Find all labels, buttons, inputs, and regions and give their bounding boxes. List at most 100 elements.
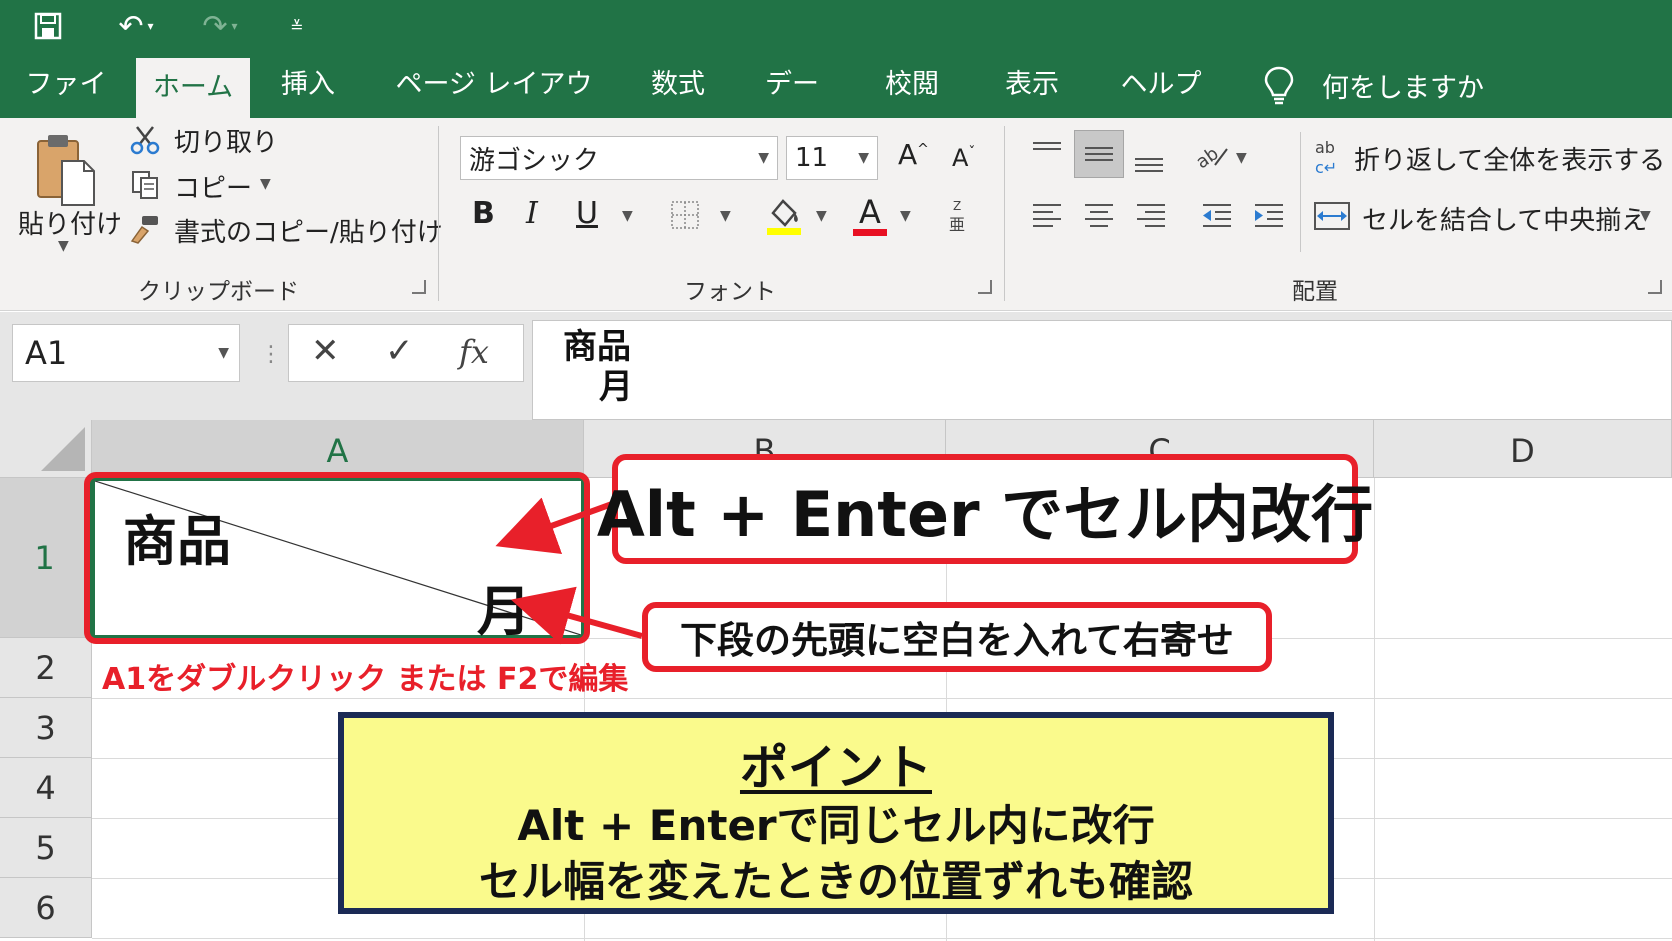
- select-all-button[interactable]: [0, 420, 92, 478]
- alignment-launcher-icon[interactable]: [1648, 280, 1662, 294]
- align-left-icon[interactable]: [1026, 196, 1068, 236]
- name-box[interactable]: A1 ▼: [12, 324, 240, 382]
- wrap-text-icon[interactable]: ab c↵: [1312, 136, 1348, 176]
- italic-button[interactable]: I: [526, 196, 538, 231]
- lightbulb-icon: [1264, 66, 1294, 105]
- tab-data[interactable]: データ: [756, 52, 828, 166]
- row-header-5[interactable]: 5: [0, 818, 92, 878]
- tab-file[interactable]: ファイル: [14, 52, 118, 166]
- underline-button[interactable]: U: [576, 196, 598, 231]
- tab-home[interactable]: ホーム: [136, 58, 250, 118]
- increase-indent-icon[interactable]: [1248, 196, 1290, 236]
- redo-button[interactable]: ↷ ▾: [190, 8, 250, 44]
- font-name-select[interactable]: 游ゴシック ▼: [460, 136, 778, 180]
- cut-button[interactable]: 切り取り: [174, 122, 278, 159]
- borders-icon[interactable]: [668, 198, 702, 232]
- svg-text:ab: ab: [1315, 138, 1335, 157]
- phonetic-guide-icon[interactable]: Z 亜: [946, 198, 974, 234]
- tab-help[interactable]: ヘルプ: [1118, 52, 1204, 118]
- svg-text:c↵: c↵: [1315, 158, 1337, 175]
- cancel-icon[interactable]: ✕: [311, 331, 340, 371]
- alignment-group-label: 配置: [1292, 279, 1338, 305]
- merge-center-button[interactable]: セルを結合して中央揃え: [1362, 200, 1647, 237]
- shrink-font-button[interactable]: Aˇ: [952, 144, 975, 172]
- point-line-1: Alt + Enterで同じセル内に改行: [517, 801, 1155, 850]
- column-header-d[interactable]: D: [1374, 420, 1672, 478]
- chevron-down-icon: ▼: [858, 150, 869, 166]
- chevron-down-icon[interactable]: ▼: [622, 208, 633, 224]
- gridline: [92, 698, 1672, 699]
- tab-review[interactable]: 校閲: [876, 52, 948, 118]
- chevron-down-icon[interactable]: ▾: [232, 19, 238, 33]
- paste-label[interactable]: 貼り付け: [18, 204, 122, 241]
- column-header-a[interactable]: A: [92, 420, 584, 478]
- formula-line-1: 商品: [563, 327, 631, 367]
- formula-input[interactable]: 商品 月: [532, 320, 1672, 420]
- font-launcher-icon[interactable]: [978, 280, 992, 294]
- chevron-down-icon: ▼: [758, 150, 769, 166]
- insert-function-icon[interactable]: fx: [459, 333, 489, 371]
- customize-quick-access-button[interactable]: ≚: [282, 8, 312, 44]
- chevron-down-icon[interactable]: ▼: [720, 208, 731, 224]
- chevron-down-icon[interactable]: ▼: [816, 208, 827, 224]
- row-header-1[interactable]: 1: [0, 478, 92, 638]
- bold-button[interactable]: B: [472, 196, 495, 231]
- paste-icon: [37, 135, 95, 206]
- tab-view[interactable]: 表示: [996, 52, 1068, 118]
- chevron-down-icon[interactable]: ▾: [148, 19, 154, 33]
- point-title: ポイント: [739, 740, 932, 796]
- tab-formulas[interactable]: 数式: [642, 52, 714, 118]
- tab-page-layout[interactable]: ページ レイアウト: [390, 52, 598, 166]
- font-color-swatch: [853, 228, 887, 236]
- point-box: ポイント Alt + Enterで同じセル内に改行 セル幅を変えたときの位置ずれ…: [338, 712, 1334, 914]
- formula-bar-grip[interactable]: ⋮: [260, 342, 282, 367]
- format-painter-button[interactable]: 書式のコピー/貼り付け: [174, 212, 443, 249]
- font-color-letter: A: [859, 192, 881, 231]
- ribbon-tabs: ファイル ホーム 挿入 ページ レイアウト 数式 データ 校閲 表示 ヘルプ 何…: [0, 52, 1672, 166]
- wrap-text-button[interactable]: 折り返して全体を表示する: [1354, 140, 1665, 177]
- point-line-2: セル幅を変えたときの位置ずれも確認: [478, 857, 1193, 906]
- scissors-icon[interactable]: [128, 122, 162, 156]
- chevron-down-icon[interactable]: ▼: [260, 176, 271, 192]
- align-top-icon[interactable]: [1026, 134, 1068, 170]
- fill-color-icon[interactable]: [764, 194, 804, 238]
- row-header-6[interactable]: 6: [0, 878, 92, 938]
- row-header-2[interactable]: 2: [0, 638, 92, 698]
- callout-sub: 下段の先頭に空白を入れて右寄せ: [642, 602, 1272, 672]
- align-right-icon[interactable]: [1130, 196, 1172, 236]
- enter-icon[interactable]: ✓: [385, 331, 414, 371]
- chevron-down-icon[interactable]: ▼: [1236, 150, 1247, 166]
- redo-icon: ↷: [202, 8, 228, 44]
- align-middle-icon[interactable]: [1074, 130, 1124, 178]
- formula-bar: A1 ▼ ⋮ ✕ ✓ fx 商品 月: [0, 312, 1672, 420]
- clipboard-launcher-icon[interactable]: [412, 280, 426, 294]
- format-painter-icon[interactable]: [128, 212, 162, 246]
- save-icon: [34, 12, 62, 40]
- svg-text:亜: 亜: [949, 215, 965, 234]
- font-size-select[interactable]: 11 ▼: [786, 136, 878, 180]
- save-button[interactable]: [28, 8, 68, 44]
- copy-button[interactable]: コピー: [174, 168, 252, 205]
- chevron-down-icon[interactable]: ▼: [900, 208, 911, 224]
- align-center-icon[interactable]: [1078, 196, 1120, 236]
- chevron-down-icon[interactable]: ▼: [1640, 208, 1651, 224]
- highlight-frame: [84, 472, 590, 644]
- merge-center-icon[interactable]: [1312, 196, 1352, 236]
- tell-me-search[interactable]: 何をしますか: [1262, 52, 1484, 118]
- svg-text:ab: ab: [1193, 143, 1223, 173]
- align-bottom-icon[interactable]: [1128, 142, 1170, 178]
- chevron-down-icon[interactable]: ▼: [58, 238, 69, 254]
- copy-icon[interactable]: [128, 168, 162, 202]
- paste-button[interactable]: [30, 130, 102, 210]
- undo-button[interactable]: ↶ ▾: [106, 8, 166, 44]
- row-header-3[interactable]: 3: [0, 698, 92, 758]
- decrease-indent-icon[interactable]: [1196, 196, 1238, 236]
- font-name-value: 游ゴシック: [469, 145, 600, 176]
- row-header-4[interactable]: 4: [0, 758, 92, 818]
- chevron-down-icon: ▼: [218, 345, 229, 361]
- customize-icon: ≚: [290, 16, 304, 36]
- tab-insert[interactable]: 挿入: [272, 52, 344, 118]
- orientation-icon[interactable]: ab: [1192, 134, 1232, 174]
- font-color-icon[interactable]: A: [850, 192, 890, 238]
- grow-font-button[interactable]: A^: [898, 138, 929, 171]
